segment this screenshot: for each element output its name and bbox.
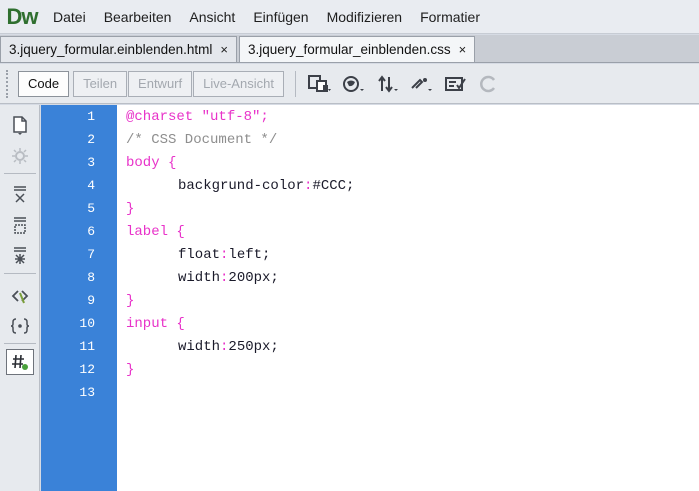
expand-all-icon[interactable] [6, 243, 34, 269]
code-brace[interactable]: } [126, 293, 134, 309]
code-view-button[interactable]: Code [18, 70, 70, 97]
line-number: 3 [87, 155, 95, 170]
code-line[interactable]: float:left; [178, 247, 270, 263]
line-number-gutter: 1 2 3 4 5 6 7 8 9 10 11 12 13 [41, 105, 117, 491]
at-rule: @charset [126, 109, 202, 125]
line-number: 2 [87, 132, 95, 147]
code-selector[interactable]: input { [126, 316, 185, 332]
menu-ansicht[interactable]: Ansicht [180, 9, 244, 25]
code-selector[interactable]: body { [126, 155, 176, 171]
css-value: 250px; [228, 339, 279, 355]
code-brace[interactable]: } [126, 201, 134, 217]
menu-einfuegen[interactable]: Einfügen [244, 9, 317, 25]
tab-label: 3.jquery_formular.einblenden.html [9, 42, 213, 57]
code-selector[interactable]: label { [126, 224, 185, 240]
line-number: 4 [87, 178, 95, 193]
string: "utf-8"; [201, 109, 269, 125]
menu-datei[interactable]: Datei [44, 9, 95, 25]
line-number: 7 [87, 247, 95, 262]
preview-browser-icon[interactable] [340, 71, 368, 97]
validate-icon[interactable] [442, 71, 470, 97]
balance-braces-icon[interactable] [6, 313, 34, 339]
close-icon[interactable]: × [459, 42, 467, 57]
collapse-selection-icon[interactable] [6, 213, 34, 239]
tab-css-file[interactable]: 3.jquery_formular_einblenden.css × [238, 36, 476, 62]
code-line[interactable]: @charset "utf-8"; [126, 109, 269, 125]
css-property: width [178, 270, 221, 286]
sidebar-separator [4, 273, 36, 274]
css-property: width [178, 339, 221, 355]
line-number: 12 [79, 362, 95, 377]
code-brace[interactable]: } [126, 362, 134, 378]
tab-html-file[interactable]: 3.jquery_formular.einblenden.html × [0, 36, 237, 62]
line-numbers-icon[interactable] [6, 349, 34, 375]
document-toolbar: Code Teilen Entwurf Live-Ansicht [0, 64, 699, 104]
menu-bearbeiten[interactable]: Bearbeiten [95, 9, 181, 25]
menu-bar: Dw Datei Bearbeiten Ansicht Einfügen Mod… [0, 0, 699, 34]
css-property: backgrund-color [178, 178, 305, 194]
line-number: 1 [87, 109, 95, 124]
line-number: 10 [79, 316, 95, 331]
code-line[interactable]: backgrund-color:#CCC; [178, 178, 354, 194]
coding-toolbar [0, 105, 40, 491]
code-line[interactable]: width:250px; [178, 339, 279, 355]
css-value: left; [228, 247, 271, 263]
code-line[interactable]: width:200px; [178, 270, 279, 286]
document-tab-bar: 3.jquery_formular.einblenden.html × 3.jq… [0, 35, 699, 63]
collapse-full-tag-icon[interactable] [6, 183, 34, 209]
live-view-button[interactable]: Live-Ansicht [193, 70, 284, 97]
css-value: #CCC; [312, 178, 355, 194]
split-view-button[interactable]: Teilen [73, 70, 128, 97]
show-code-navigator-icon[interactable] [6, 143, 34, 169]
css-property: float [178, 247, 221, 263]
sidebar-separator [4, 343, 36, 344]
line-number: 8 [87, 270, 95, 285]
toolbar-separator [294, 70, 296, 97]
line-number: 6 [87, 224, 95, 239]
open-documents-icon[interactable] [6, 113, 34, 139]
code-comment[interactable]: /* CSS Document */ [126, 132, 277, 148]
line-number: 9 [87, 293, 95, 308]
sidebar-separator [4, 173, 36, 174]
close-icon[interactable]: × [220, 42, 228, 57]
dreamweaver-logo[interactable]: Dw [0, 0, 44, 34]
file-management-icon[interactable] [374, 71, 402, 97]
toolbar-grip[interactable] [6, 69, 12, 98]
design-view-button[interactable]: Entwurf [128, 70, 193, 97]
menu-modifizieren[interactable]: Modifizieren [318, 9, 411, 25]
menu-formatieren[interactable]: Formatier [411, 9, 489, 25]
multiscreen-icon[interactable] [306, 71, 334, 97]
line-number: 11 [79, 339, 95, 354]
tab-label: 3.jquery_formular_einblenden.css [247, 42, 451, 57]
select-parent-tag-icon[interactable] [6, 283, 34, 309]
code-editor[interactable]: @charset "utf-8"; /* CSS Document */ bod… [117, 105, 699, 491]
line-number: 5 [87, 201, 95, 216]
live-code-icon[interactable] [408, 71, 436, 97]
line-number: 13 [79, 385, 95, 400]
refresh-icon[interactable] [476, 71, 504, 97]
css-value: 200px; [228, 270, 279, 286]
